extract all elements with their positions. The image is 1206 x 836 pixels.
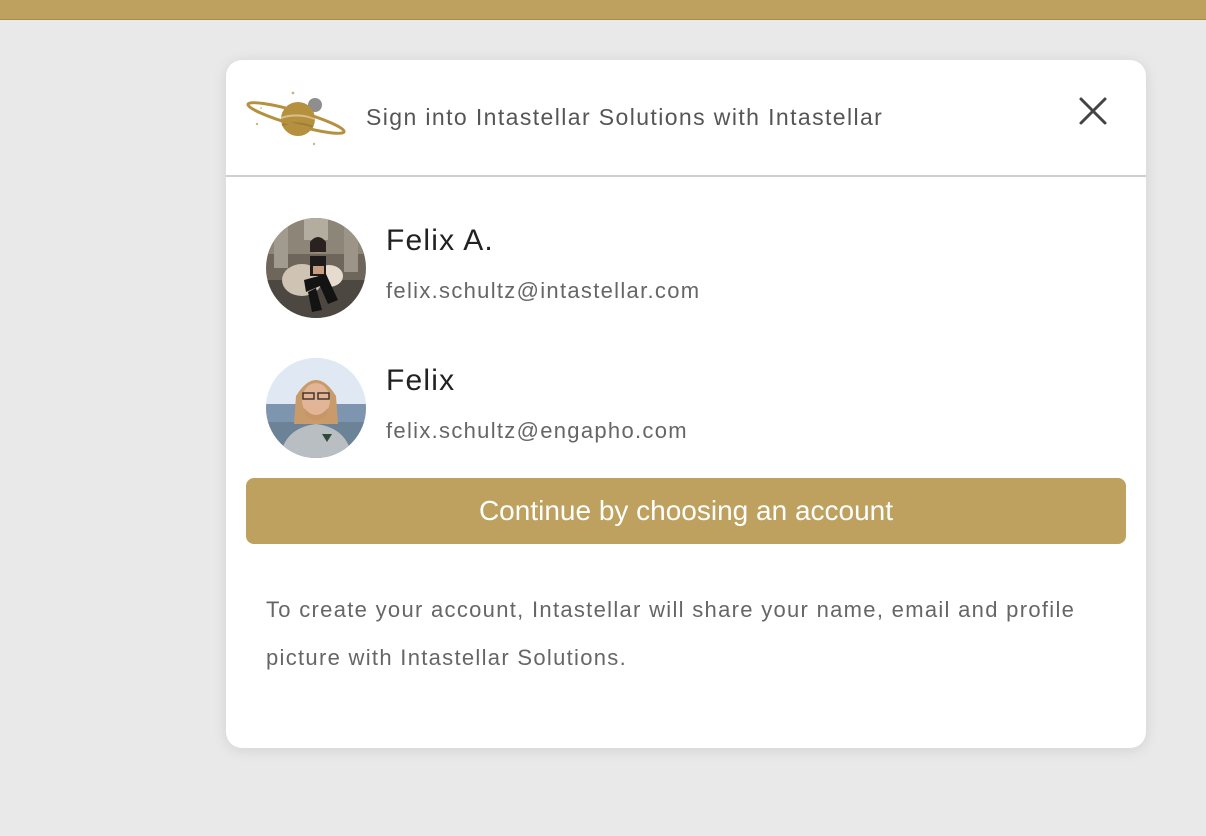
saturn-logo-icon (246, 91, 346, 146)
account-option-felix-a[interactable]: Felix A. felix.schultz@intastellar.com (266, 216, 1106, 320)
privacy-disclaimer: To create your account, Intastellar will… (266, 597, 1076, 670)
account-email: felix.schultz@intastellar.com (386, 278, 701, 303)
account-email: felix.schultz@engapho.com (386, 418, 688, 443)
close-icon[interactable] (1072, 90, 1114, 132)
sign-in-dialog: Sign into Intastellar Solutions with Int… (226, 60, 1146, 748)
avatar (266, 358, 366, 458)
avatar (266, 218, 366, 318)
account-name: Felix (386, 364, 456, 397)
dialog-header: Sign into Intastellar Solutions with Int… (226, 60, 1146, 177)
top-accent-bar (0, 0, 1206, 20)
continue-button[interactable]: Continue by choosing an account (246, 478, 1126, 544)
account-name: Felix A. (386, 224, 494, 257)
dialog-title: Sign into Intastellar Solutions with Int… (366, 104, 884, 130)
account-option-felix[interactable]: Felix felix.schultz@engapho.com (266, 356, 1106, 460)
